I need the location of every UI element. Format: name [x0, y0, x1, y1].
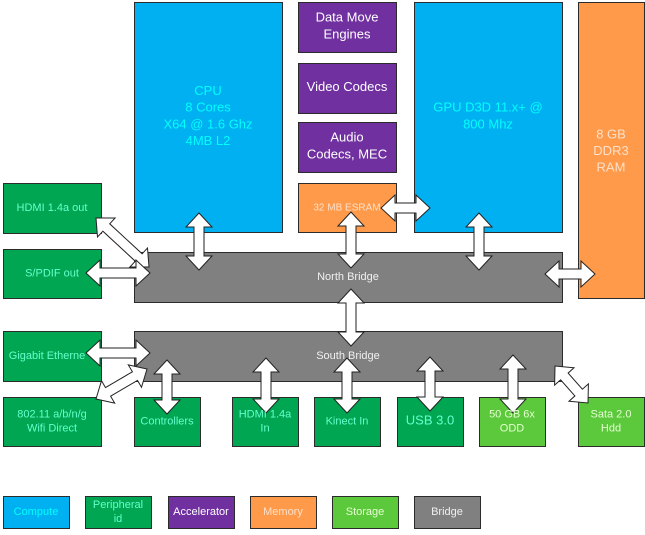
cpu-label-line: CPU: [194, 83, 221, 98]
legend-peripheral: Peripheral id: [85, 496, 152, 529]
legend-storage: Storage: [332, 496, 399, 529]
legend-memory-label-line: Memory: [263, 506, 303, 518]
arrow-hdd-to-south-bridge: [554, 365, 589, 404]
data-move-label-line: Engines: [324, 27, 371, 42]
legend-compute: Compute: [3, 496, 70, 529]
kinect-in-label: Kinect In: [326, 415, 369, 427]
legend-peripheral-label-line: id: [114, 513, 123, 525]
esram-label: 32 MB ESRAM: [313, 202, 380, 213]
gpu-label-line: GPU D3D 11.x+ @: [433, 100, 542, 115]
spdif-out-label-line: S/PDIF out: [25, 267, 79, 279]
data-move-label-line: Data Move: [316, 10, 379, 25]
usb-label-line: USB 3.0: [406, 413, 454, 428]
gpu-label-line: 800 Mhz: [463, 117, 513, 132]
south-bridge-label-line: South Bridge: [316, 350, 380, 362]
architecture-diagram: CPU 8 Cores X64 @ 1.6 Ghz 4MB L2 GPU D3D 11.…: [3, 2, 645, 529]
cpu-label-line: 8 Cores: [185, 100, 231, 115]
cpu-label-line: 4MB L2: [186, 133, 231, 148]
cpu-label-line: X64 @ 1.6 Ghz: [163, 117, 252, 132]
esram-label-line: 32 MB ESRAM: [313, 202, 380, 213]
legend-accelerator-label-line: Accelerator: [173, 506, 229, 518]
kinect-in-label-line: Kinect In: [326, 415, 369, 427]
hdd-label-line: Sata 2.0: [591, 408, 632, 420]
odd-label-line: 50 GB 6x: [489, 408, 535, 420]
hdd-label-line: Hdd: [601, 422, 621, 434]
spdif-out-label: S/PDIF out: [25, 267, 79, 279]
wifi-label-line: 802.11 a/b/n/g: [17, 408, 87, 420]
usb-label: USB 3.0: [406, 413, 454, 428]
south-bridge-label: South Bridge: [316, 350, 380, 362]
legend-memory: Memory: [250, 496, 317, 529]
legend-bridge: Bridge: [414, 496, 481, 529]
wifi-label-line: Wifi Direct: [27, 422, 77, 434]
video-codecs-label: Video Codecs: [307, 79, 388, 94]
north-bridge-label: North Bridge: [317, 271, 379, 283]
arrow-spdif-out-to-north-bridge: [85, 258, 151, 288]
controllers-label: Controllers: [140, 415, 194, 427]
hdmi-in-label-line: In: [260, 422, 269, 434]
legend: Compute Peripheral id Accelerator Memory Stor…: [3, 496, 481, 529]
legend-storage-label-line: Storage: [346, 506, 385, 518]
north-bridge-label-line: North Bridge: [317, 271, 379, 283]
arrow-gigabit-ethernet-to-south-bridge: [85, 338, 151, 368]
legend-accelerator: Accelerator: [168, 496, 235, 529]
audio-codecs-label-line: Audio: [330, 130, 363, 145]
video-codecs-label-line: Video Codecs: [307, 79, 388, 94]
legend-compute-label: Compute: [14, 506, 59, 518]
legend-bridge-label-line: Bridge: [431, 506, 463, 518]
legend-peripheral-label-line: Peripheral: [93, 499, 143, 511]
ram-label: 8 GB DDR3 RAM: [593, 127, 628, 175]
legend-compute-label-line: Compute: [14, 506, 59, 518]
gigabit-ethernet-label: Gigabit Etherne: [9, 350, 85, 362]
gigabit-ethernet-label-line: Gigabit Etherne: [9, 350, 85, 362]
controllers-label-line: Controllers: [140, 415, 194, 427]
legend-memory-label: Memory: [263, 506, 303, 518]
legend-accelerator-label: Accelerator: [173, 506, 229, 518]
ram-label-line: DDR3: [593, 143, 628, 158]
audio-codecs-label-line: Codecs, MEC: [307, 147, 387, 162]
ram-label-line: 8 GB: [596, 127, 626, 142]
legend-bridge-label: Bridge: [431, 506, 463, 518]
legend-storage-label: Storage: [346, 506, 385, 518]
hdmi-out-label: HDMI 1.4a out: [17, 202, 88, 214]
ram-label-line: RAM: [597, 160, 626, 175]
hdmi-out-label-line: HDMI 1.4a out: [17, 202, 88, 214]
data-move-label: Data Move Engines: [316, 10, 379, 42]
odd-label-line: ODD: [500, 422, 525, 434]
hdmi-in-label-line: HDMI 1.4a: [239, 408, 292, 420]
